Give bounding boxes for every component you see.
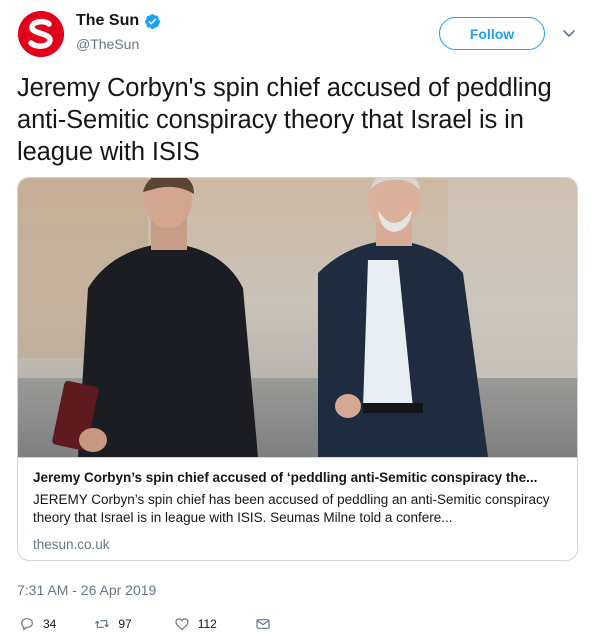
envelope-icon xyxy=(256,619,270,629)
avatar[interactable] xyxy=(18,11,64,57)
display-name[interactable]: The Sun xyxy=(76,12,139,30)
retweet-count: 97 xyxy=(118,617,132,631)
direct-message-button[interactable] xyxy=(255,616,271,632)
tweet-header: The Sun @TheSun Follow xyxy=(16,10,582,58)
like-count: 112 xyxy=(197,617,217,631)
reply-button[interactable]: 34 xyxy=(19,616,56,632)
account-info[interactable]: The Sun @TheSun xyxy=(76,12,161,52)
retweet-button[interactable]: 97 xyxy=(94,616,132,632)
the-sun-logo-icon xyxy=(18,11,64,57)
card-domain: thesun.co.uk xyxy=(33,537,110,552)
retweet-icon xyxy=(95,620,110,628)
card-description: JEREMY Corbyn’s spin chief has been accu… xyxy=(33,492,550,525)
follow-button[interactable]: Follow xyxy=(439,17,545,50)
card-photo[interactable] xyxy=(18,178,577,457)
link-card[interactable]: Jeremy Corbyn’s spin chief accused of ‘p… xyxy=(17,177,578,561)
reply-count: 34 xyxy=(43,617,57,631)
card-title[interactable]: Jeremy Corbyn’s spin chief accused of ‘p… xyxy=(33,469,562,487)
handle: @TheSun xyxy=(76,36,140,52)
verified-badge-icon xyxy=(144,13,161,30)
tweet-timestamp[interactable]: 7:31 AM - 26 Apr 2019 xyxy=(17,582,156,598)
card-body[interactable]: Jeremy Corbyn’s spin chief accused of ‘p… xyxy=(18,457,577,560)
tweet-actions: 34 97 112 xyxy=(17,612,271,636)
chevron-down-icon[interactable] xyxy=(562,26,576,40)
reply-icon xyxy=(21,618,33,631)
tweet-text: Jeremy Corbyn's spin chief accused of pe… xyxy=(17,74,552,166)
heart-icon xyxy=(175,618,189,630)
like-button[interactable]: 112 xyxy=(174,616,217,632)
